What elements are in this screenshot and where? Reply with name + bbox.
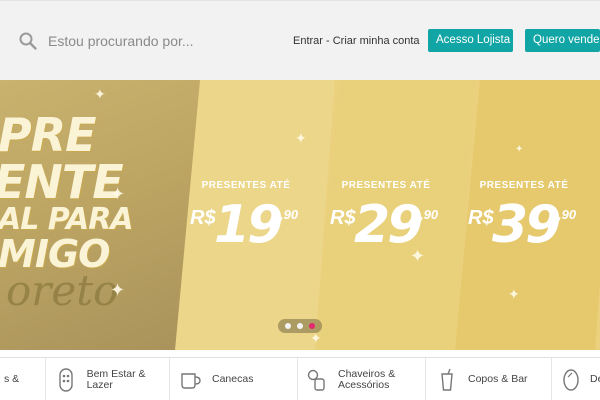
banner-script-word: oreto — [6, 266, 119, 315]
category-label: Chaveiros & Acessórios — [338, 367, 396, 391]
cup-icon — [436, 367, 458, 393]
price-label: PRESENTES ATÉ — [201, 180, 291, 191]
banner-headline-line: PRE — [0, 108, 97, 162]
login-link[interactable]: Entrar - Criar minha conta — [293, 35, 420, 47]
category-item[interactable]: De Org — [552, 358, 600, 400]
sell-button[interactable]: Quero vender I — [525, 29, 600, 52]
price-integer: 29 — [354, 195, 423, 255]
price-label: PRESENTES ATÉ — [341, 180, 431, 191]
banner-headline-line: ENTE — [0, 155, 124, 209]
category-item[interactable]: Copos & Bar — [426, 358, 552, 400]
category-item[interactable]: Bem Estar & Lazer — [46, 358, 170, 400]
category-label: s & — [4, 373, 20, 385]
price-label: PRESENTES ATÉ — [479, 180, 569, 191]
site-header: Entrar - Criar minha conta Acesso Lojist… — [0, 0, 600, 80]
category-item[interactable]: s & — [0, 358, 46, 400]
category-label: Canecas — [212, 373, 254, 385]
category-bar: s & Bem Estar & Lazer Canecas Chaveiros … — [0, 357, 600, 400]
category-item[interactable]: Chaveiros & Acessórios — [298, 358, 426, 400]
category-item[interactable]: Canecas — [170, 358, 298, 400]
sparkle-icon: ✦ — [508, 286, 520, 302]
category-label: De Org — [590, 374, 600, 385]
sparkle-icon: ✦ — [515, 144, 524, 155]
category-label: Copos & Bar — [468, 373, 528, 385]
carousel-dot[interactable] — [297, 323, 303, 329]
price-offer[interactable]: PRESENTES ATÉ R$ 39 ,90 — [464, 180, 584, 259]
price-currency: R$ — [190, 207, 216, 229]
category-label: Bem Estar & Lazer — [86, 367, 146, 391]
price-currency: R$ — [330, 207, 356, 229]
price-currency: R$ — [468, 207, 494, 229]
price-cents: ,90 — [280, 207, 299, 222]
wellness-icon — [56, 367, 77, 393]
merchant-access-button[interactable]: Acesso Lojista — [428, 29, 513, 52]
keychain-icon — [306, 367, 328, 393]
carousel-dot[interactable] — [285, 323, 291, 329]
price-cents: ,90 — [558, 207, 577, 222]
search-bar[interactable] — [18, 29, 258, 53]
carousel-dot-active[interactable] — [309, 323, 315, 329]
search-icon[interactable] — [18, 31, 38, 51]
sparkle-icon: ✦ — [94, 86, 106, 102]
sparkle-icon: ✦ — [295, 130, 307, 146]
price-offer[interactable]: PRESENTES ATÉ R$ 29 ,90 — [326, 180, 446, 259]
hero-banner[interactable]: PRE ENTE AL PARA MIGO oreto ✦ ✦ ✦ ✦ ✦ ✦ … — [0, 80, 600, 350]
price-integer: 19 — [214, 195, 283, 255]
carousel-indicator — [278, 319, 322, 333]
price-cents: ,90 — [420, 207, 439, 222]
price-offer[interactable]: PRESENTES ATÉ R$ 19 ,90 — [186, 180, 306, 259]
sparkle-icon: ✦ — [110, 184, 126, 204]
mug-icon — [180, 367, 202, 393]
sparkle-icon: ✦ — [110, 280, 126, 300]
mirror-icon — [562, 367, 580, 393]
search-input[interactable] — [48, 33, 258, 49]
price-integer: 39 — [492, 195, 561, 255]
